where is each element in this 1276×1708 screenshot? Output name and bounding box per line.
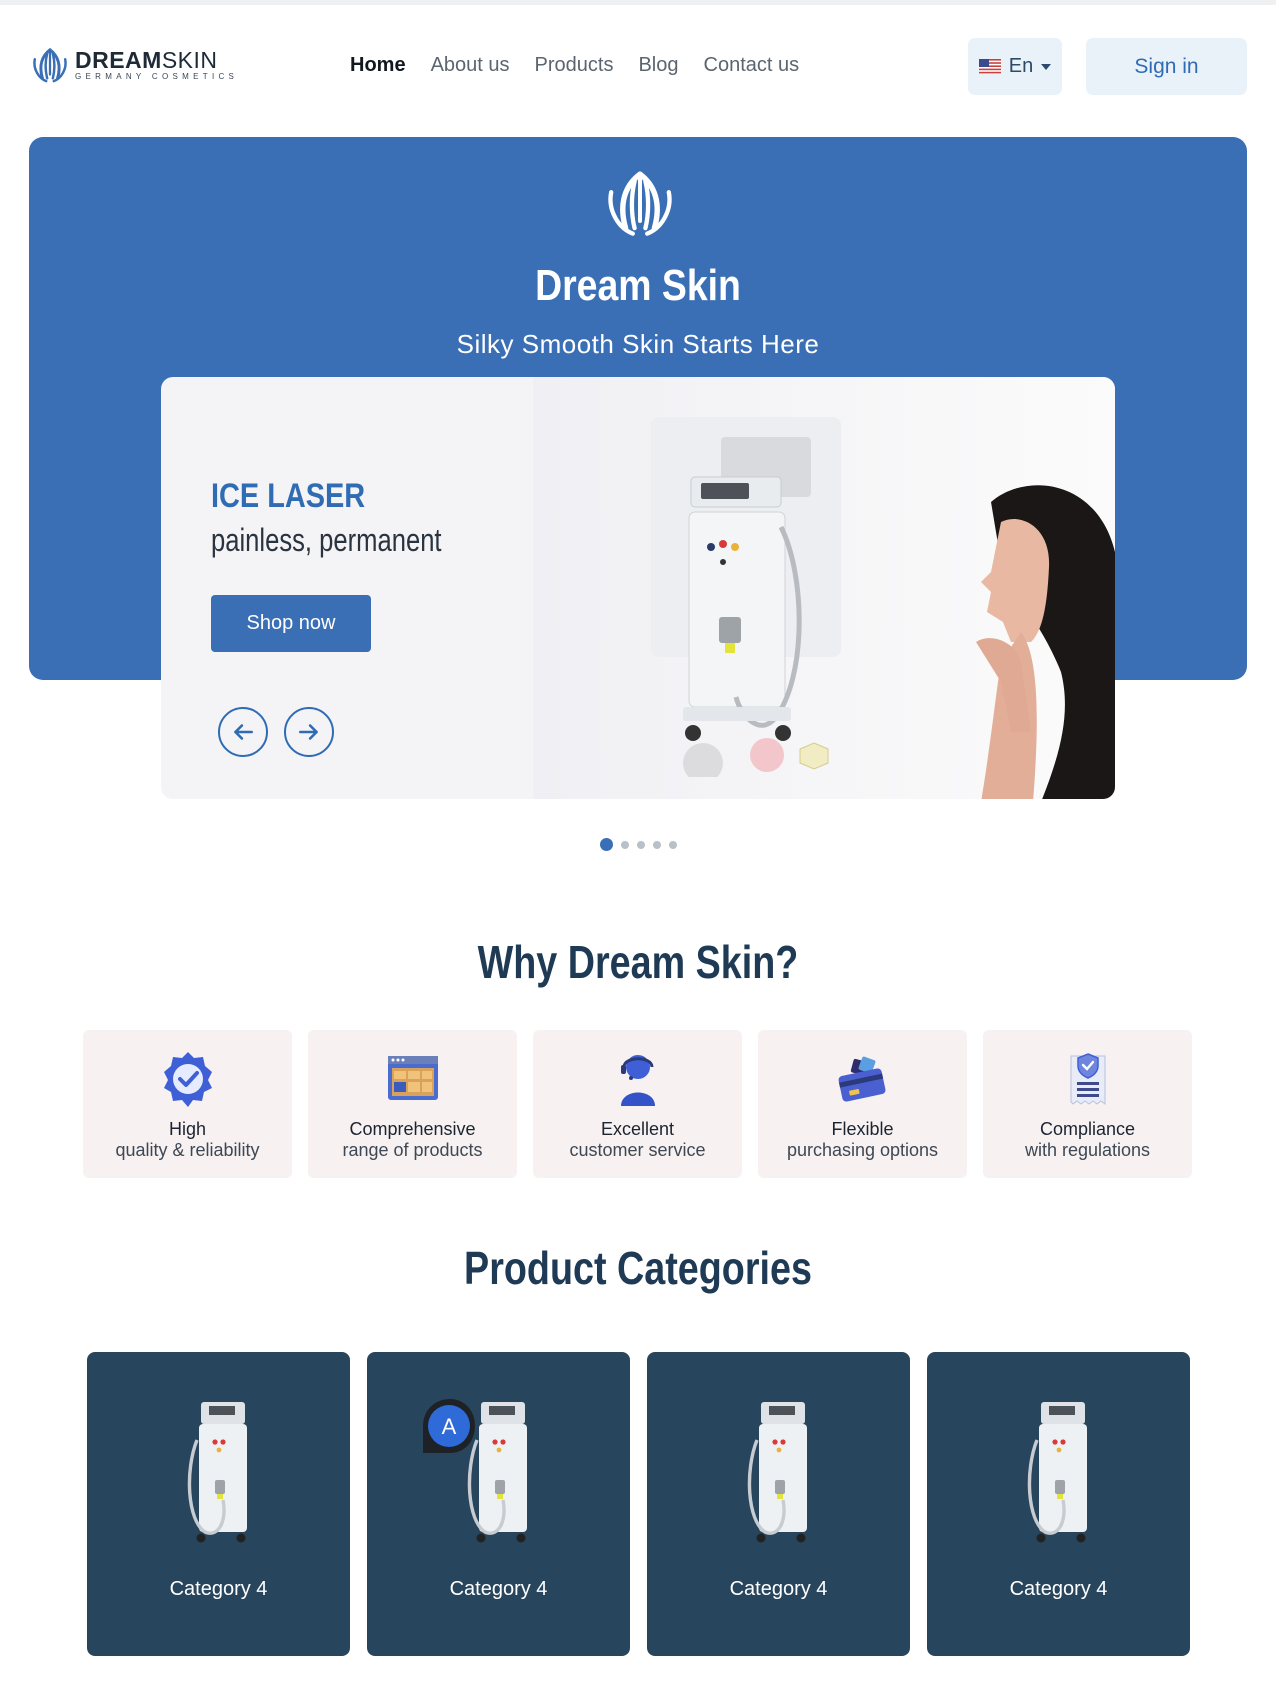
category-label: Category 4 [449, 1578, 548, 1600]
nav-home[interactable]: Home [350, 54, 406, 77]
feature-card-range: Comprehensive range of products [308, 1030, 517, 1178]
slide-next-button[interactable] [284, 707, 334, 757]
nav-blog[interactable]: Blog [638, 54, 678, 77]
nav-products[interactable]: Products [535, 54, 614, 77]
dreamskin-logo-icon [608, 171, 672, 236]
category-product-image [1027, 1402, 1087, 1543]
category-card[interactable]: Category 4 [87, 1352, 350, 1656]
category-product-image [187, 1402, 247, 1543]
feature-subtitle: quality & reliability [115, 1140, 260, 1160]
top-strip [0, 0, 1276, 5]
us-flag-icon [978, 59, 1001, 74]
sign-in-button[interactable]: Sign in [1086, 38, 1247, 95]
main-nav: Home About us Products Blog Contact us [350, 54, 799, 77]
feature-title: High [168, 1119, 207, 1139]
logo-tagline: GERMANY COSMETICS [75, 72, 239, 81]
site-header: DREAMSKIN GERMANY COSMETICS Home About u… [0, 30, 1276, 100]
slide-dot-1[interactable] [600, 838, 613, 851]
feature-subtitle: range of products [342, 1140, 483, 1160]
category-list: Category 4 Category 4 Category 4 Categor… [87, 1352, 1190, 1656]
category-label: Category 4 [169, 1578, 268, 1600]
slide-dot-3[interactable] [637, 840, 645, 849]
language-label: En [1008, 55, 1034, 77]
slide-dot-4[interactable] [653, 840, 661, 849]
feature-card-compliance: Compliance with regulations [983, 1030, 1192, 1178]
product-range-icon [388, 1056, 438, 1100]
category-card[interactable]: Category 4 [647, 1352, 910, 1656]
category-label: Category 4 [1009, 1578, 1108, 1600]
why-section-title: Why Dream Skin? [477, 936, 799, 988]
feature-title: Comprehensive [349, 1119, 476, 1139]
category-card[interactable]: Category 4 [927, 1352, 1190, 1656]
feature-card-quality: High quality & reliability [83, 1030, 292, 1178]
ice-laser-machine-image [651, 417, 841, 777]
model-portrait-image [976, 485, 1115, 799]
verified-badge-icon [164, 1052, 212, 1107]
feature-subtitle: purchasing options [786, 1140, 939, 1160]
feature-card-service: Excellent customer service [533, 1030, 742, 1178]
feature-subtitle: customer service [569, 1140, 706, 1160]
slide-prev-button[interactable] [218, 707, 268, 757]
logo-name: DREAMSKIN [75, 47, 218, 73]
feature-subtitle: with regulations [1024, 1140, 1151, 1160]
feature-card-purchasing: Flexible purchasing options [758, 1030, 967, 1178]
feature-title: Excellent [600, 1119, 675, 1139]
cursor-marker-icon: A [423, 1399, 475, 1453]
feature-list: High quality & reliability Comprehensive… [83, 1030, 1195, 1178]
arrow-left-icon [234, 724, 253, 740]
slide-pagination [600, 838, 677, 851]
customer-support-icon [621, 1055, 655, 1106]
hero-subtitle: Silky Smooth Skin Starts Here [456, 329, 820, 359]
logo[interactable]: DREAMSKIN GERMANY COSMETICS [31, 46, 238, 84]
slide-title: ICE LASER [211, 477, 366, 515]
category-label: Category 4 [729, 1578, 828, 1600]
compliance-document-icon [1070, 1053, 1106, 1105]
nav-contact-us[interactable]: Contact us [704, 54, 800, 77]
slide-dot-2[interactable] [621, 840, 629, 849]
language-selector[interactable]: En [968, 38, 1062, 95]
feature-title: Flexible [831, 1119, 894, 1139]
shop-now-button[interactable]: Shop now [211, 595, 371, 652]
payment-cards-icon [838, 1056, 886, 1102]
slide-dot-5[interactable] [669, 840, 677, 849]
chevron-down-icon [1041, 63, 1052, 70]
dreamskin-logo-icon [33, 48, 67, 83]
arrow-right-icon [299, 724, 318, 740]
hero-title: Dream Skin [535, 261, 741, 310]
category-card[interactable]: Category 4 [367, 1352, 630, 1656]
nav-about-us[interactable]: About us [431, 54, 510, 77]
cursor-marker-label: A [442, 1414, 457, 1439]
hero-slide: ICE LASER painless, permanent Shop now [161, 377, 1115, 799]
slide-subtitle: painless, permanent [211, 522, 442, 558]
category-product-image [747, 1402, 807, 1543]
feature-title: Compliance [1039, 1119, 1136, 1139]
categories-section-title: Product Categories [464, 1242, 812, 1294]
